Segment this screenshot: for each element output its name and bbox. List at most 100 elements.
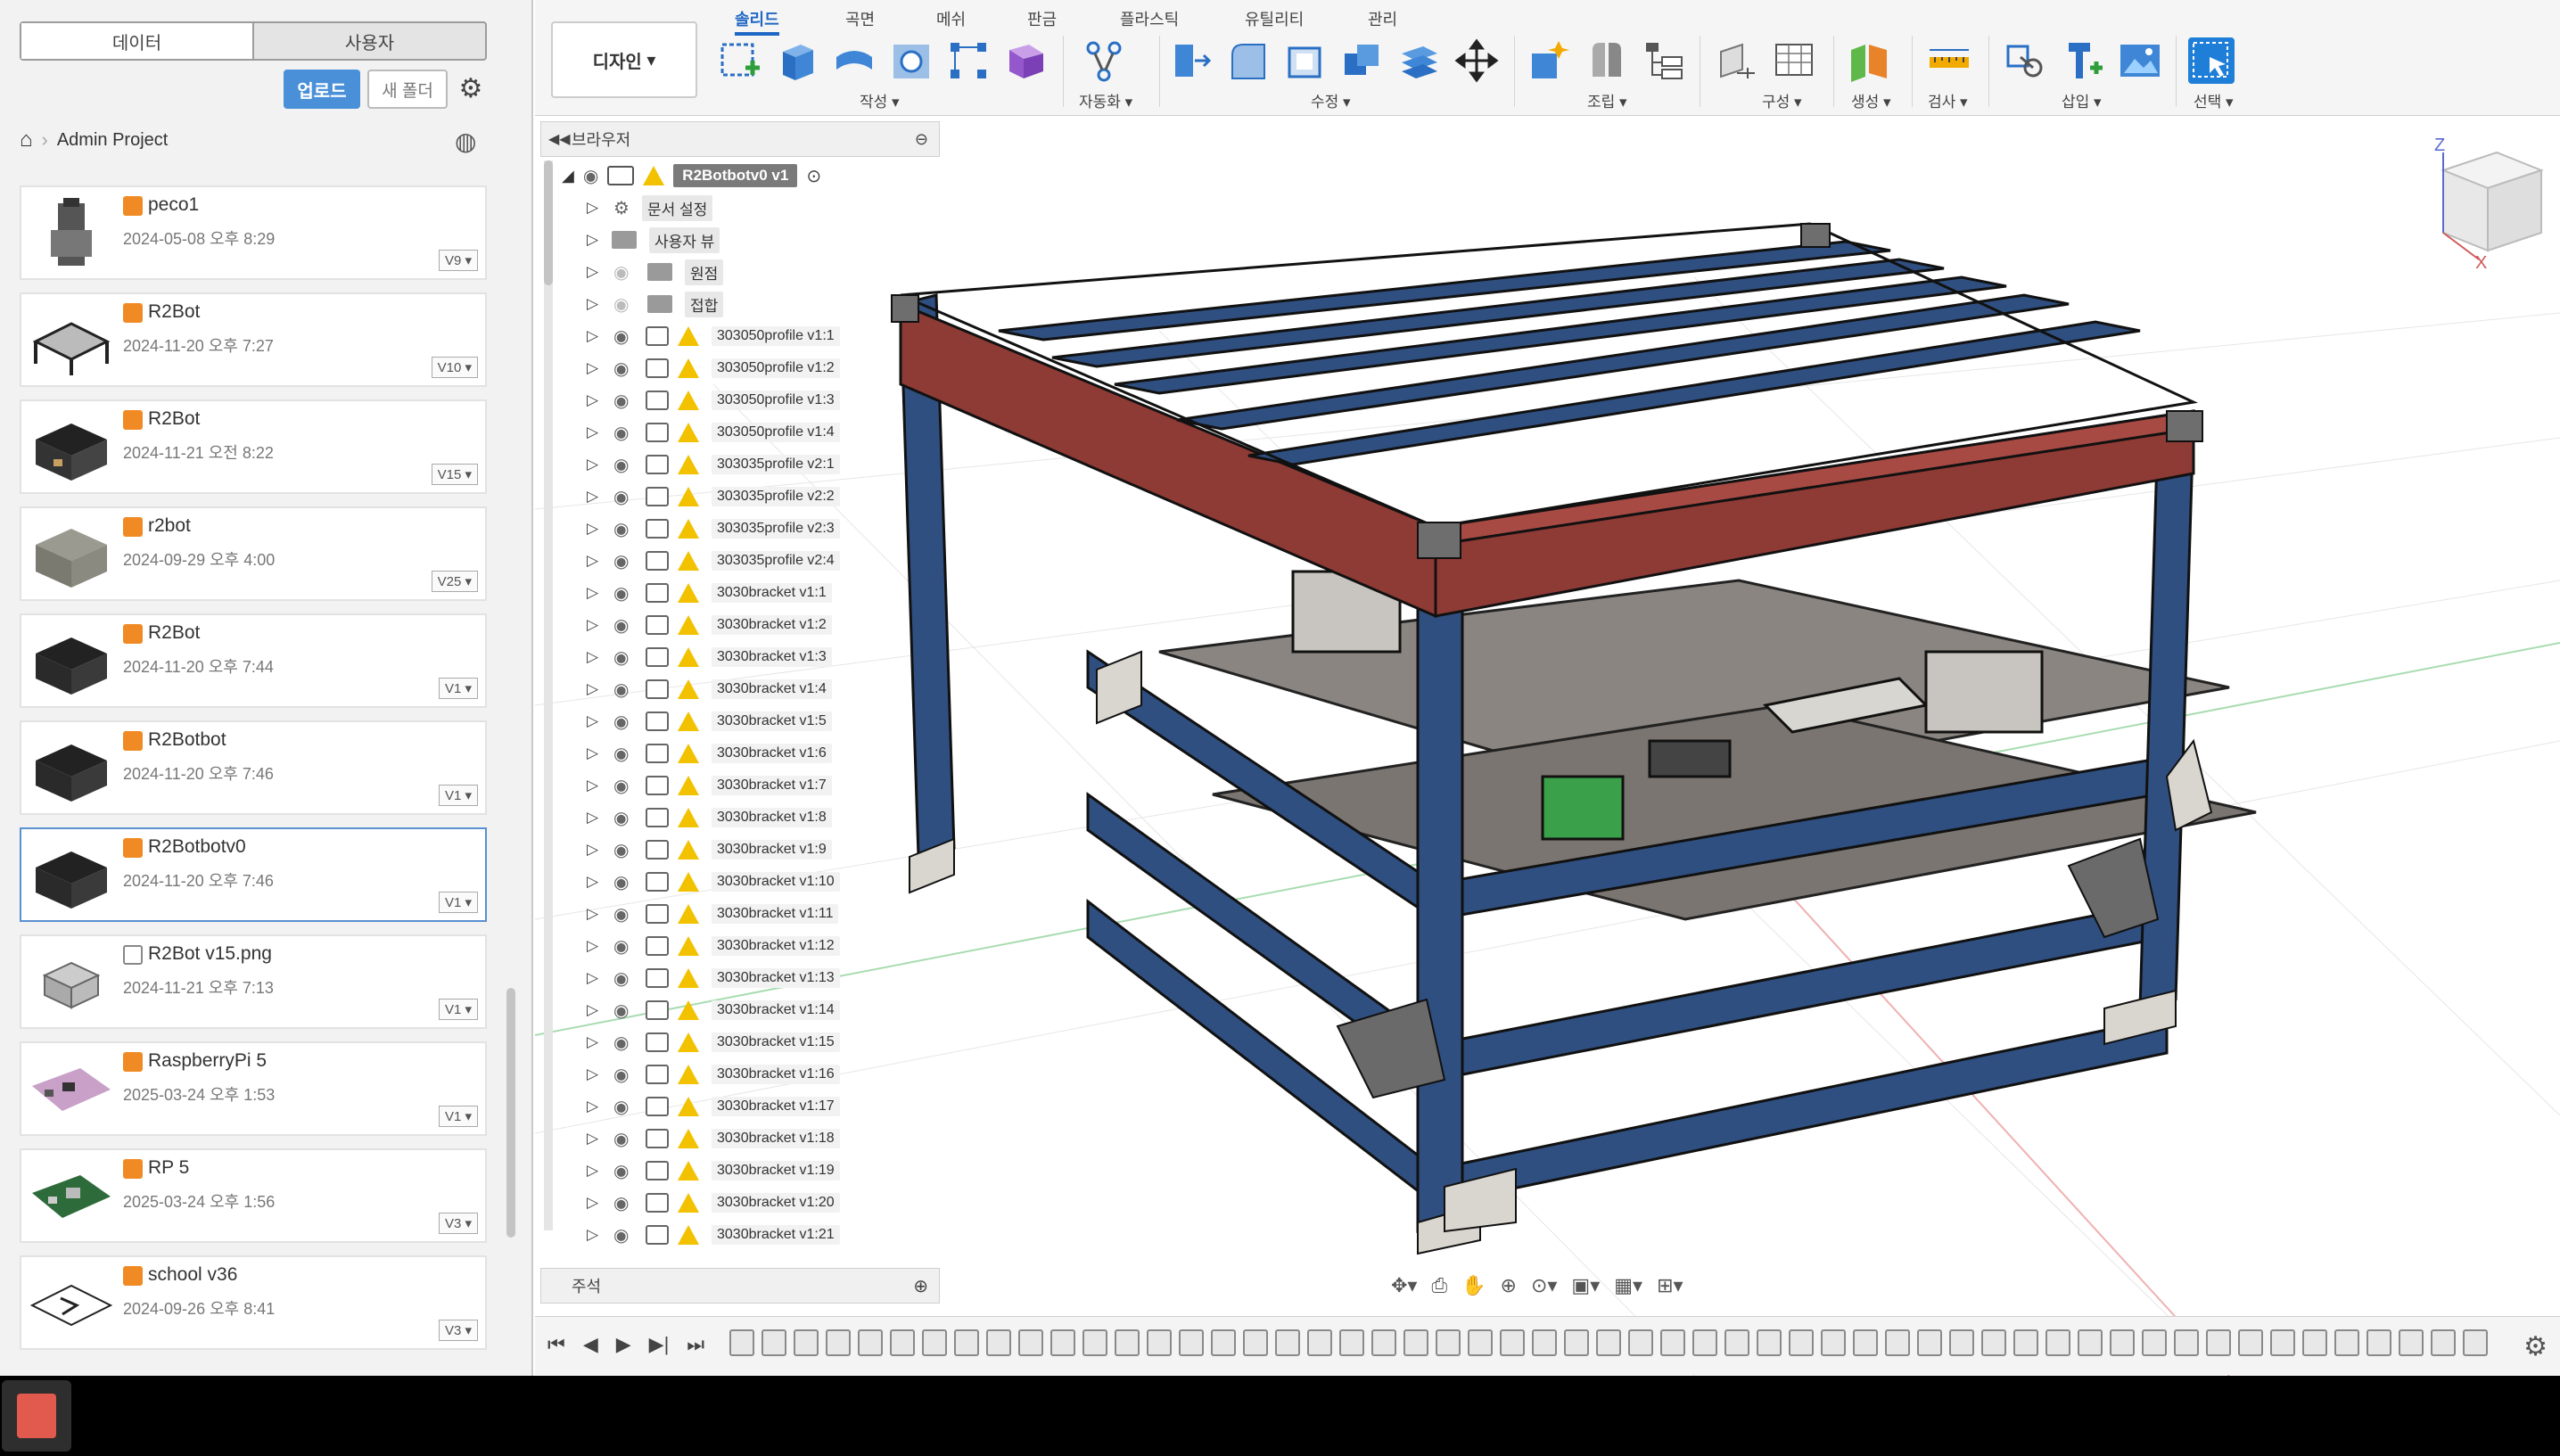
browser-scrollbar[interactable] xyxy=(544,160,553,1230)
tab-people[interactable]: 사용자 xyxy=(254,23,485,59)
timeline-feature-icon[interactable] xyxy=(729,1329,754,1356)
timeline-feature-icon[interactable] xyxy=(1532,1329,1557,1356)
tab-mesh[interactable]: 메쉬 xyxy=(936,7,966,30)
browser-header[interactable]: ◀◀ 브라우저 ⊖ xyxy=(540,121,940,157)
tree-row-named-views[interactable]: ▷ 사용자 뷰 xyxy=(587,225,961,255)
group-create[interactable]: 작성 ▾ xyxy=(860,89,900,111)
version-dropdown[interactable]: V3 ▾ xyxy=(438,1320,478,1341)
expand-triangle-icon[interactable]: ▷ xyxy=(587,456,603,473)
expand-triangle-icon[interactable]: ▷ xyxy=(587,520,603,538)
timeline-feature-icon[interactable] xyxy=(1660,1329,1685,1356)
activate-radio-icon[interactable]: ⊙ xyxy=(806,165,821,187)
tree-row-document-settings[interactable]: ▷ ⚙ 문서 설정 xyxy=(587,193,961,223)
timeline-feature-icon[interactable] xyxy=(1564,1329,1589,1356)
timeline-feature-icon[interactable] xyxy=(1917,1329,1942,1356)
tab-sheet-metal[interactable]: 판금 xyxy=(1027,7,1057,30)
tree-row-component[interactable]: ▷ ◉ 3030bracket v1:5 xyxy=(587,706,961,736)
tab-solid[interactable]: 솔리드 xyxy=(735,7,779,36)
upload-button[interactable]: 업로드 xyxy=(284,70,360,109)
timeline-feature-icon[interactable] xyxy=(1981,1329,2006,1356)
tree-row-component[interactable]: ▷ ◉ 3030bracket v1:13 xyxy=(587,963,961,993)
group-select[interactable]: 선택 ▾ xyxy=(2194,89,2234,111)
tab-plastic[interactable]: 플라스틱 xyxy=(1120,7,1179,30)
expand-triangle-icon[interactable]: ▷ xyxy=(587,359,603,377)
timeline-feature-icon[interactable] xyxy=(1500,1329,1525,1356)
timeline-feature-icon[interactable] xyxy=(2174,1329,2199,1356)
timeline-feature-icon[interactable] xyxy=(761,1329,786,1356)
minimize-icon[interactable]: ⊖ xyxy=(915,130,928,149)
timeline-feature-icon[interactable] xyxy=(1821,1329,1846,1356)
expand-triangle-icon[interactable]: ▷ xyxy=(587,1226,603,1244)
timeline-feature-icon[interactable] xyxy=(2013,1329,2038,1356)
insert-derive-icon[interactable] xyxy=(2003,37,2049,84)
file-card[interactable]: R2Bot v15.png 2024-11-21 오후 7:13 V1 ▾ xyxy=(20,934,487,1029)
timeline-feature-icon[interactable] xyxy=(890,1329,915,1356)
visibility-eye-icon[interactable]: ◉ xyxy=(613,486,638,508)
timeline-feature-icon[interactable] xyxy=(1885,1329,1910,1356)
arduino-board[interactable] xyxy=(1648,739,1732,778)
go-to-end-icon[interactable]: ⏭ xyxy=(687,1333,704,1356)
tree-row-component[interactable]: ▷ ◉ 303035profile v2:1 xyxy=(587,449,961,480)
step-forward-icon[interactable]: ▶| xyxy=(649,1333,670,1356)
add-comment-icon[interactable]: ⊕ xyxy=(913,1275,928,1297)
version-dropdown[interactable]: V3 ▾ xyxy=(438,1213,478,1234)
view-cube[interactable]: Z X xyxy=(2434,136,2544,273)
expand-triangle-icon[interactable]: ▷ xyxy=(587,744,603,762)
visibility-eye-icon[interactable]: ◉ xyxy=(613,518,638,540)
version-dropdown[interactable]: V1 ▾ xyxy=(438,892,478,913)
collapse-triangle-icon[interactable]: ◢ xyxy=(562,167,574,185)
version-dropdown[interactable]: V9 ▾ xyxy=(438,250,478,271)
visibility-eye-icon[interactable]: ◉ xyxy=(613,325,638,348)
home-icon[interactable]: ⌂ xyxy=(20,128,33,152)
timeline-feature-icon[interactable] xyxy=(1018,1329,1043,1356)
visibility-eye-icon[interactable]: ◉ xyxy=(613,614,638,637)
timeline-feature-icon[interactable] xyxy=(1050,1329,1075,1356)
tree-row-component[interactable]: ▷ ◉ 3030bracket v1:15 xyxy=(587,1027,961,1057)
visibility-eye-icon[interactable]: ◉ xyxy=(613,903,638,925)
combine-icon[interactable] xyxy=(1339,37,1386,84)
tree-row-component[interactable]: ▷ ◉ 3030bracket v1:19 xyxy=(587,1156,961,1186)
tree-row-component[interactable]: ▷ ◉ 303050profile v1:2 xyxy=(587,353,961,383)
version-dropdown[interactable]: V25 ▾ xyxy=(431,571,478,592)
expand-triangle-icon[interactable]: ▷ xyxy=(587,199,603,217)
timeline-feature-icon[interactable] xyxy=(2334,1329,2359,1356)
select-icon[interactable] xyxy=(2188,37,2235,84)
file-card-selected[interactable]: R2Botbotv0 2024-11-20 오후 7:46 V1 ▾ xyxy=(20,827,487,922)
tree-row-component[interactable]: ▷ ◉ 3030bracket v1:11 xyxy=(587,899,961,929)
file-card[interactable]: R2Bot 2024-11-21 오전 8:22 V15 ▾ xyxy=(20,399,487,494)
expand-triangle-icon[interactable]: ▷ xyxy=(587,584,603,602)
timeline-feature-icon[interactable] xyxy=(1692,1329,1717,1356)
visibility-eye-icon[interactable]: ◉ xyxy=(613,775,638,797)
expand-triangle-icon[interactable]: ▷ xyxy=(587,1001,603,1019)
insert-canvas-icon[interactable] xyxy=(2117,37,2163,84)
step-back-icon[interactable]: ◀ xyxy=(583,1333,598,1356)
expand-triangle-icon[interactable]: ▷ xyxy=(587,1162,603,1180)
timeline-feature-icon[interactable] xyxy=(2142,1329,2167,1356)
timeline-feature-icon[interactable] xyxy=(2110,1329,2135,1356)
visibility-eye-icon[interactable]: ◉ xyxy=(613,967,638,990)
visibility-eye-icon[interactable]: ◉ xyxy=(613,711,638,733)
expand-triangle-icon[interactable]: ▷ xyxy=(587,841,603,859)
visibility-eye-icon[interactable]: ◉ xyxy=(613,807,638,829)
timeline-feature-icon[interactable] xyxy=(1725,1329,1749,1356)
expand-triangle-icon[interactable]: ▷ xyxy=(587,1194,603,1212)
visibility-eye-icon[interactable]: ◉ xyxy=(613,422,638,444)
visibility-eye-icon[interactable]: ◉ xyxy=(613,871,638,893)
visibility-eye-icon[interactable]: ◉ xyxy=(613,293,638,316)
zoom-icon[interactable]: ⊕ xyxy=(1501,1274,1517,1297)
tab-surface[interactable]: 곡면 xyxy=(845,7,875,30)
file-card[interactable]: RaspberryPi 5 2025-03-24 오후 1:53 V1 ▾ xyxy=(20,1041,487,1136)
look-at-icon[interactable]: ⎙ xyxy=(1431,1274,1447,1297)
tree-row-component[interactable]: ▷ ◉ 3030bracket v1:12 xyxy=(587,931,961,961)
timeline-feature-icon[interactable] xyxy=(2046,1329,2070,1356)
visibility-eye-icon[interactable]: ◉ xyxy=(613,935,638,958)
timeline-feature-icon[interactable] xyxy=(1628,1329,1653,1356)
timeline-feature-icon[interactable] xyxy=(2463,1329,2488,1356)
tree-row-origin[interactable]: ▷ ◉ 원점 xyxy=(587,257,961,287)
timeline-feature-icon[interactable] xyxy=(1275,1329,1300,1356)
timeline-feature-icon[interactable] xyxy=(1403,1329,1428,1356)
timeline-feature-icon[interactable] xyxy=(1082,1329,1107,1356)
tree-row-component[interactable]: ▷ ◉ 3030bracket v1:16 xyxy=(587,1059,961,1090)
timeline-feature-icon[interactable] xyxy=(1596,1329,1621,1356)
visibility-eye-icon[interactable]: ◉ xyxy=(613,390,638,412)
